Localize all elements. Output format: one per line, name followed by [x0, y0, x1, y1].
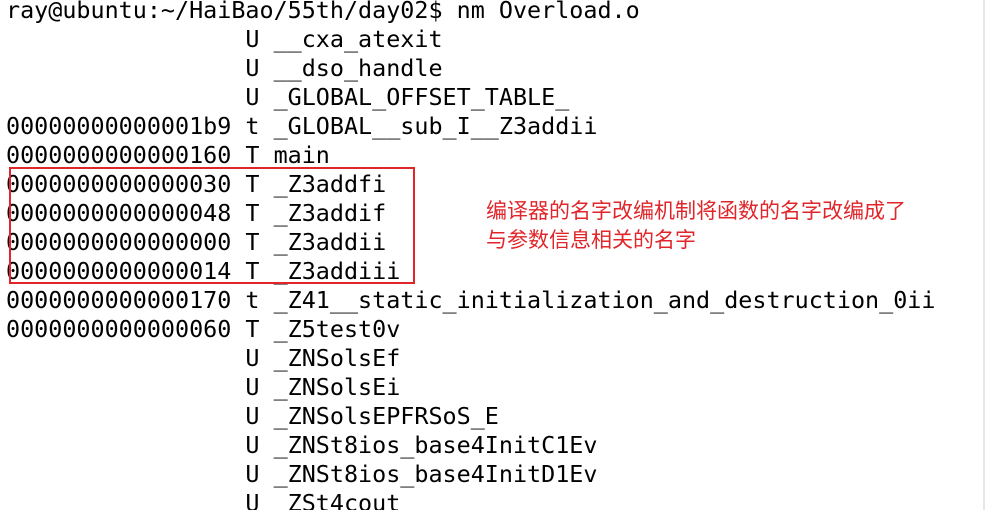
symbol-line: U __cxa_atexit: [6, 25, 443, 53]
annotation-note: 编译器的名字改编机制将函数的名字改编成了 与参数信息相关的名字: [486, 197, 956, 255]
symbol-line: U _GLOBAL_OFFSET_TABLE_: [6, 83, 570, 111]
symbol-line: U _ZNSolsEPFRSoS_E: [6, 402, 499, 430]
annotation-line-1: 编译器的名字改编机制将函数的名字改编成了: [486, 199, 906, 223]
symbol-line: 0000000000000170 t _Z41__static_initiali…: [6, 286, 936, 314]
highlight-box: [9, 167, 415, 284]
terminal-window[interactable]: ray@ubuntu:~/HaiBao/55th/day02$ nm Overl…: [0, 0, 985, 510]
annotation-line-2: 与参数信息相关的名字: [486, 228, 696, 252]
symbol-line: U _ZNSolsEf: [6, 344, 401, 372]
symbol-line: U __dso_handle: [6, 54, 443, 82]
symbol-line: 0000000000000060 T _Z5test0v: [6, 315, 401, 343]
symbol-line: U _ZNSt8ios_base4InitC1Ev: [6, 431, 598, 459]
symbol-line: 0000000000000160 T main: [6, 141, 330, 169]
symbol-line: 00000000000001b9 t _GLOBAL__sub_I__Z3add…: [6, 112, 598, 140]
symbol-line: U _ZNSt8ios_base4InitD1Ev: [6, 460, 598, 488]
symbol-line: U _ZSt4cout: [6, 489, 401, 510]
terminal-prompt-line: ray@ubuntu:~/HaiBao/55th/day02$ nm Overl…: [6, 0, 640, 24]
symbol-line: U _ZNSolsEi: [6, 373, 401, 401]
